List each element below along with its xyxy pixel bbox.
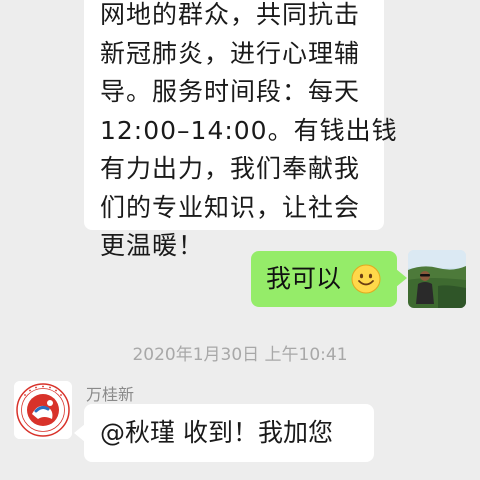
avatar-photo [408, 250, 466, 308]
message-line: 导。服务时间段：每天 [100, 77, 361, 106]
smile-emoji-icon [351, 264, 381, 294]
message-text: 我可以 [266, 264, 342, 293]
sender-avatar[interactable] [14, 381, 72, 439]
message-line: 们的专业知识，让社会 [100, 192, 361, 222]
message-line: 有力出力，我们奉献我 [100, 154, 361, 183]
message-line: 网地的群众，共同抗击 [100, 0, 361, 29]
my-avatar[interactable] [408, 250, 466, 308]
message-text: @秋瑾 收到！我加您 [100, 418, 333, 447]
sender-name: 万桂新 [86, 385, 135, 404]
organization-logo-icon [14, 381, 72, 439]
message-timestamp: 2020年1月30日 上午10:41 [132, 345, 348, 365]
chat-view: 网地的群众，共同抗击 新冠肺炎，进行心理辅 导。服务时间段：每天 12:00–1… [0, 0, 480, 480]
outgoing-message-bubble[interactable]: 我可以 [251, 251, 407, 307]
message-line: 12:00–14:00。有钱出钱 [100, 115, 398, 145]
message-line: 新冠肺炎，进行心理辅 [100, 38, 361, 68]
message-text: 网地的群众，共同抗击 新冠肺炎，进行心理辅 导。服务时间段：每天 12:00–1… [100, 0, 398, 266]
incoming-message-bubble[interactable]: @秋瑾 收到！我加您 [74, 404, 374, 462]
incoming-message-bubble[interactable]: 网地的群众，共同抗击 新冠肺炎，进行心理辅 导。服务时间段：每天 12:00–1… [84, 0, 397, 260]
